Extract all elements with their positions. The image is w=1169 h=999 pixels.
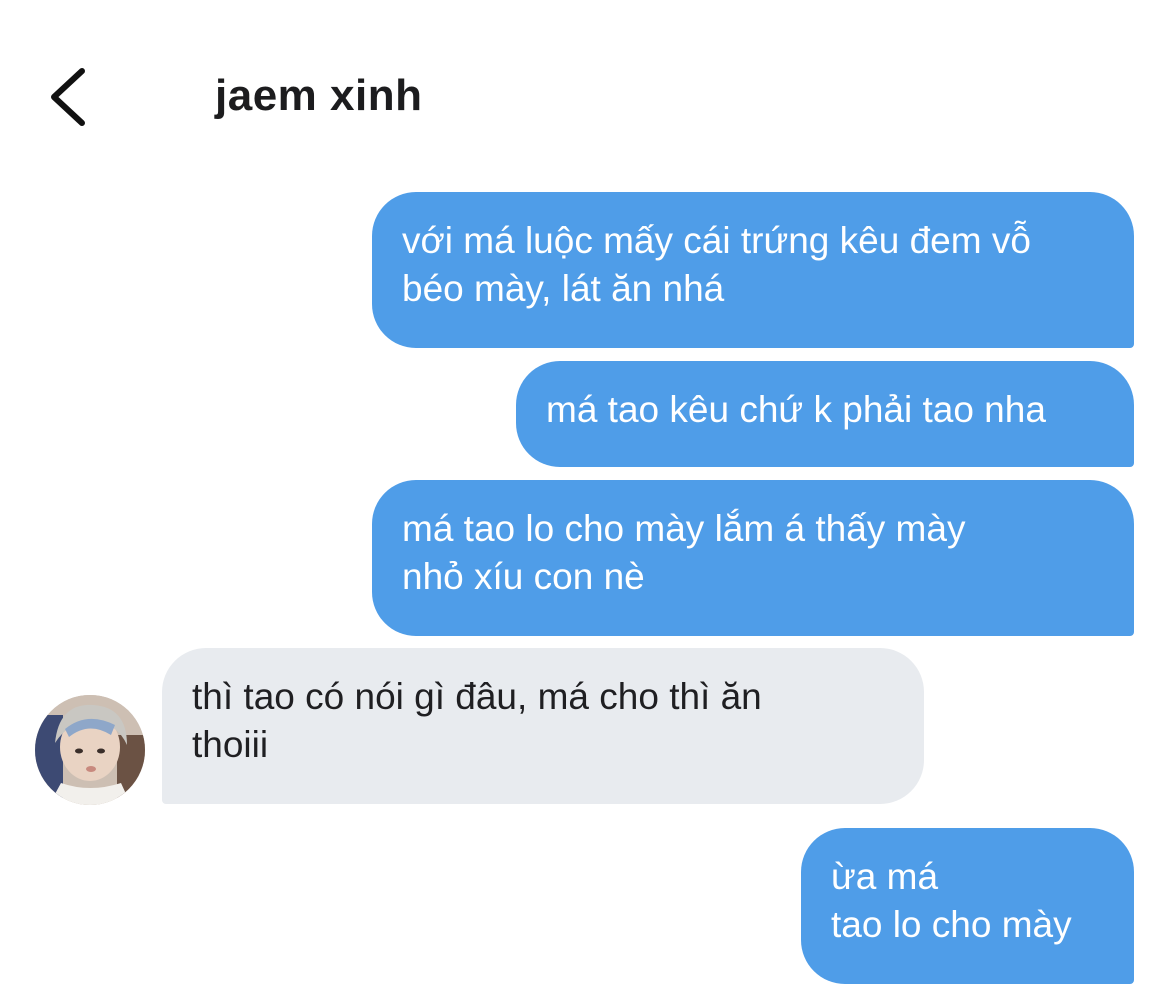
message-text: má tao kêu chứ k phải tao nha	[546, 389, 1046, 430]
contact-name[interactable]: jaem xinh	[215, 68, 422, 124]
message-bubble-outgoing[interactable]: má tao lo cho mày lắm á thấy mày nhỏ xíu…	[372, 480, 1134, 636]
chevron-left-icon	[51, 68, 85, 126]
message-bubble-incoming[interactable]: thì tao có nói gì đâu, má cho thì ăn tho…	[162, 648, 924, 804]
message-bubble-outgoing[interactable]: ừa má tao lo cho mày	[801, 828, 1134, 984]
avatar-image	[35, 695, 145, 805]
message-text: thì tao có nói gì đâu, má cho thì ăn tho…	[192, 676, 762, 765]
back-button[interactable]	[40, 62, 94, 132]
contact-avatar[interactable]	[35, 695, 145, 805]
message-text: má tao lo cho mày lắm á thấy mày nhỏ xíu…	[402, 508, 966, 597]
message-text: ừa má tao lo cho mày	[831, 856, 1072, 945]
chat-screen: jaem xinh với má luộc mấy cái trứng kêu …	[0, 0, 1169, 999]
message-text: với má luộc mấy cái trứng kêu đem vỗ béo…	[402, 220, 1031, 309]
message-bubble-outgoing[interactable]: má tao kêu chứ k phải tao nha	[516, 361, 1134, 467]
chat-header: jaem xinh	[0, 0, 1169, 160]
message-bubble-outgoing[interactable]: với má luộc mấy cái trứng kêu đem vỗ béo…	[372, 192, 1134, 348]
